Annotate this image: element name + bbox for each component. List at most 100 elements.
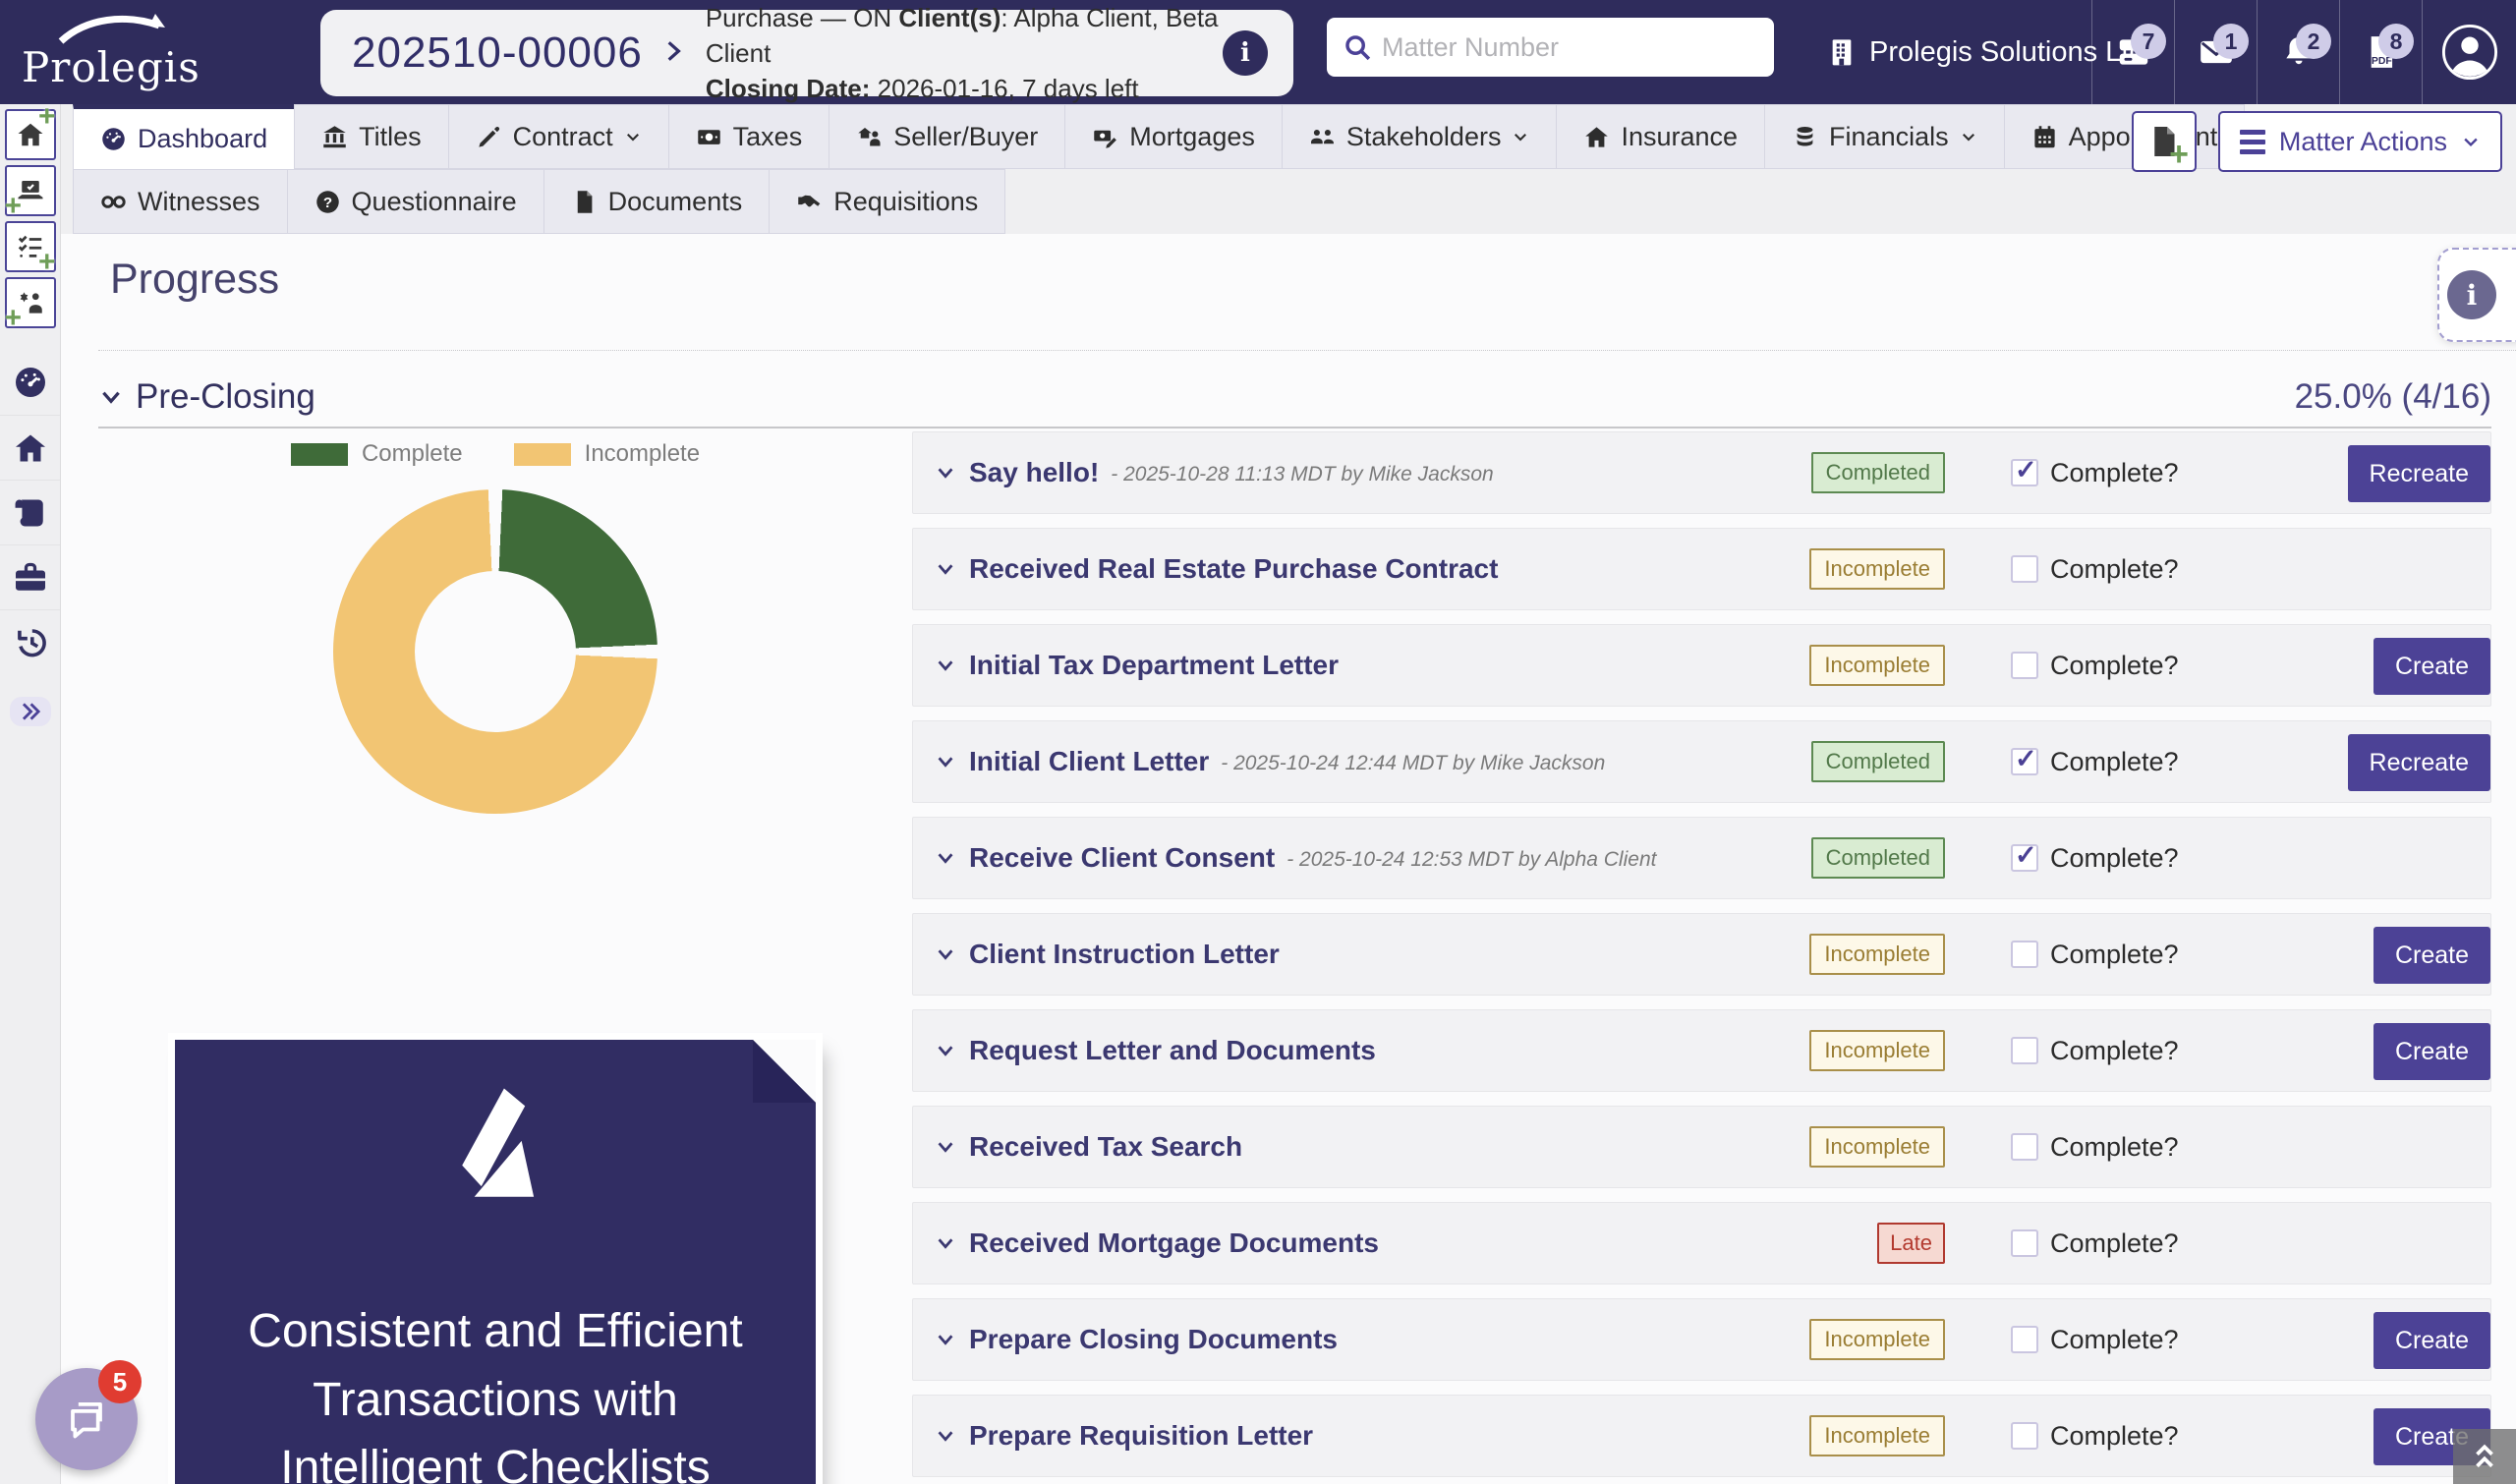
chevron-down-icon[interactable]: [935, 847, 956, 869]
chevron-down-icon[interactable]: [935, 462, 956, 484]
tab-dashboard[interactable]: Dashboard: [73, 104, 295, 169]
complete-checkbox[interactable]: ✓: [2011, 1133, 2038, 1161]
chevron-down-icon[interactable]: [935, 1329, 956, 1350]
handshake-icon: [796, 189, 823, 215]
tab-label: Mortgages: [1129, 122, 1255, 152]
progress-chart-column: CompleteIncomplete Consistent and Effici…: [175, 440, 816, 814]
cards-button[interactable]: 7: [2091, 0, 2174, 104]
complete-checkbox[interactable]: ✓: [2011, 459, 2038, 486]
task-title[interactable]: Receive Client Consent: [969, 842, 1275, 874]
task-row: Initial Tax Department Letter Incomplete…: [912, 624, 2491, 707]
matter-line2: Closing Date: 2026-01-16, 7 days left: [706, 71, 1223, 106]
tab-titles[interactable]: Titles: [294, 104, 449, 169]
status-badge: Incomplete: [1809, 1415, 1945, 1456]
complete-checkbox[interactable]: ✓: [2011, 555, 2038, 583]
task-title[interactable]: Request Letter and Documents: [969, 1035, 1376, 1066]
task-title[interactable]: Received Real Estate Purchase Contract: [969, 553, 1498, 585]
task-meta: - 2025-10-24 12:53 MDT by Alpha Client: [1287, 848, 1656, 872]
sidebar-item-history[interactable]: [0, 609, 60, 674]
task-title[interactable]: Prepare Closing Documents: [969, 1324, 1338, 1355]
matter-line1: Purchase — ON Client(s): Alpha Client, B…: [706, 0, 1223, 71]
tab-witnesses[interactable]: Witnesses: [73, 169, 288, 234]
tab-questionnaire[interactable]: ?Questionnaire: [287, 169, 544, 234]
chevron-down-icon[interactable]: [935, 558, 956, 580]
pen-icon: [476, 124, 502, 150]
chevron-down-icon: [1512, 128, 1529, 145]
complete-checkbox[interactable]: ✓: [2011, 1326, 2038, 1353]
plus-icon: +: [38, 253, 56, 272]
section-title[interactable]: Pre-Closing: [136, 377, 315, 417]
chevron-down-icon[interactable]: [935, 943, 956, 965]
complete-checkbox[interactable]: ✓: [2011, 1229, 2038, 1257]
page-title: Progress: [110, 256, 279, 304]
chevron-down-icon[interactable]: [935, 1136, 956, 1158]
user-menu-button[interactable]: [2422, 0, 2516, 104]
complete-label: Complete?: [2050, 1036, 2179, 1066]
tab-contract[interactable]: Contract: [448, 104, 669, 169]
chevron-down-icon[interactable]: [98, 384, 124, 410]
tab-seller-buyer[interactable]: Seller/Buyer: [829, 104, 1065, 169]
tab-documents[interactable]: Documents: [543, 169, 771, 234]
complete-label: Complete?: [2050, 1228, 2179, 1259]
section-header: Pre-Closing 25.0% (4/16): [98, 370, 2491, 425]
chevron-down-icon[interactable]: [935, 751, 956, 772]
complete-checkbox[interactable]: ✓: [2011, 1037, 2038, 1064]
task-action-button[interactable]: Recreate: [2348, 445, 2490, 502]
tab-requisitions[interactable]: Requisitions: [769, 169, 1005, 234]
chevron-right-icon[interactable]: [660, 32, 686, 75]
matter-summary-card[interactable]: 202510-00006 Purchase — ON Client(s): Al…: [320, 10, 1293, 96]
task-title[interactable]: Initial Client Letter: [969, 746, 1209, 777]
complete-checkbox[interactable]: ✓: [2011, 748, 2038, 775]
complete-checkbox[interactable]: ✓: [2011, 652, 2038, 679]
history-icon: [13, 625, 48, 660]
tab-mortgages[interactable]: Mortgages: [1064, 104, 1283, 169]
tab-insurance[interactable]: Insurance: [1556, 104, 1765, 169]
messages-button[interactable]: 1: [2174, 0, 2257, 104]
sidebar-item-toolbox[interactable]: [0, 544, 60, 609]
file-icon: [571, 189, 598, 215]
task-action-button[interactable]: Create: [2373, 1023, 2490, 1080]
task-title[interactable]: Received Mortgage Documents: [969, 1227, 1379, 1259]
matter-actions-button[interactable]: Matter Actions: [2218, 111, 2502, 172]
tab-stakeholders[interactable]: Stakeholders: [1282, 104, 1558, 169]
tab-taxes[interactable]: Taxes: [668, 104, 830, 169]
chevron-down-icon[interactable]: [935, 1232, 956, 1254]
scroll-to-top-button[interactable]: [2453, 1429, 2516, 1484]
tab-label: Questionnaire: [352, 187, 517, 217]
tab-financials[interactable]: Financials: [1764, 104, 2005, 169]
complete-checkbox[interactable]: ✓: [2011, 941, 2038, 968]
coins-icon: [1792, 124, 1818, 150]
task-title[interactable]: Received Tax Search: [969, 1131, 1242, 1163]
chat-widget-button[interactable]: 5: [35, 1368, 138, 1470]
chevron-down-icon[interactable]: [935, 655, 956, 676]
complete-checkbox[interactable]: ✓: [2011, 844, 2038, 872]
task-title[interactable]: Client Instruction Letter: [969, 939, 1280, 970]
task-action-button[interactable]: Create: [2373, 927, 2490, 984]
task-action-button[interactable]: Recreate: [2348, 734, 2490, 791]
marketing-poster: Consistent and Efficient Transactions wi…: [175, 1040, 816, 1484]
new-document-button[interactable]: +: [2132, 111, 2197, 172]
notifications-button[interactable]: 2: [2257, 0, 2339, 104]
task-title[interactable]: Initial Tax Department Letter: [969, 650, 1339, 681]
sidebar-item-home[interactable]: [0, 415, 60, 480]
sidebar-add-signing-button[interactable]: +: [5, 165, 56, 216]
complete-checkbox[interactable]: ✓: [2011, 1422, 2038, 1450]
sidebar-add-matter-button[interactable]: +: [5, 109, 56, 160]
task-title[interactable]: Prepare Requisition Letter: [969, 1420, 1313, 1452]
sidebar-expand-button[interactable]: [10, 697, 51, 726]
task-action-button[interactable]: Create: [2373, 1312, 2490, 1369]
chevron-up-icon: [2470, 1448, 2499, 1477]
sidebar-item-dashboard[interactable]: [0, 350, 60, 415]
sidebar-add-stakeholder-button[interactable]: +: [5, 277, 56, 328]
help-info-button[interactable]: i: [2437, 248, 2516, 342]
sidebar-add-checklist-button[interactable]: +: [5, 221, 56, 272]
info-icon[interactable]: i: [1223, 30, 1268, 76]
task-title[interactable]: Say hello!: [969, 457, 1099, 488]
chevron-down-icon[interactable]: [935, 1425, 956, 1447]
chevron-down-icon[interactable]: [935, 1040, 956, 1061]
pdf-queue-button[interactable]: PDF 8: [2339, 0, 2422, 104]
sidebar-item-matters[interactable]: [0, 480, 60, 544]
matter-number[interactable]: 202510-00006: [352, 29, 643, 78]
task-action-button[interactable]: Create: [2373, 638, 2490, 695]
search-input[interactable]: [1382, 32, 1758, 63]
